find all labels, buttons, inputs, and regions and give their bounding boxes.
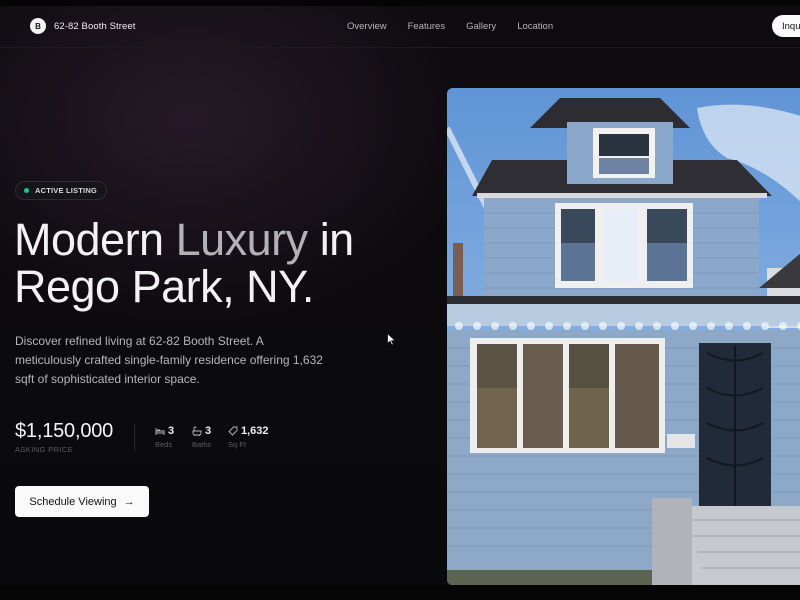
stat-sqft-label: Sq Ft xyxy=(228,440,246,449)
nav-link-features[interactable]: Features xyxy=(408,21,446,32)
status-dot-icon xyxy=(24,188,29,193)
nav-link-gallery[interactable]: Gallery xyxy=(466,21,496,32)
headline-word-3: in xyxy=(319,214,355,265)
status-badge-text: ACTIVE LISTING xyxy=(35,186,97,195)
stat-beds: 3 Beds xyxy=(155,425,174,449)
nav-link-overview[interactable]: Overview xyxy=(347,21,387,32)
stat-beds-label: Beds xyxy=(155,440,173,449)
house-illustration xyxy=(447,88,800,585)
mouse-cursor-icon xyxy=(387,333,396,346)
stat-sqft-value: 1,632 xyxy=(241,425,269,437)
schedule-viewing-label: Schedule Viewing xyxy=(29,495,117,508)
schedule-viewing-button[interactable]: Schedule Viewing → xyxy=(15,486,149,517)
bottom-edge xyxy=(0,585,800,600)
nav-links: Overview Features Gallery Location xyxy=(347,21,553,32)
brand-name: 62-82 Booth Street xyxy=(54,20,136,32)
tag-icon xyxy=(228,426,238,436)
headline-line-2: Rego Park, NY. xyxy=(14,261,314,312)
nav-link-location[interactable]: Location xyxy=(517,21,553,32)
page-title: Modern Luxury in Rego Park, NY. xyxy=(14,216,434,310)
stat-beds-value: 3 xyxy=(168,425,175,437)
stat-baths-label: Baths xyxy=(192,440,212,449)
brand-logo-icon: B xyxy=(30,18,46,34)
property-photo xyxy=(447,88,800,585)
stat-baths-value: 3 xyxy=(205,425,212,437)
arrow-right-icon: → xyxy=(123,495,135,508)
inquire-button[interactable]: Inqu xyxy=(772,15,800,37)
bed-icon xyxy=(155,428,165,435)
stat-baths: 3 Baths xyxy=(192,425,211,449)
listing-description: Discover refined living at 62-82 Booth S… xyxy=(15,334,323,386)
headline-word-2: Luxury xyxy=(175,214,309,265)
brand[interactable]: B 62-82 Booth Street xyxy=(30,18,136,34)
top-navigation: B 62-82 Booth Street Overview Features G… xyxy=(0,6,800,48)
price-value: $1,150,000 xyxy=(15,420,114,442)
bath-icon xyxy=(192,426,202,436)
headline-word-1: Modern xyxy=(14,214,164,265)
stats-divider xyxy=(134,423,135,451)
status-badge: ACTIVE LISTING xyxy=(15,181,107,200)
stat-sqft: 1,632 Sq Ft xyxy=(228,425,269,449)
price-label: ASKING PRICE xyxy=(15,445,74,454)
